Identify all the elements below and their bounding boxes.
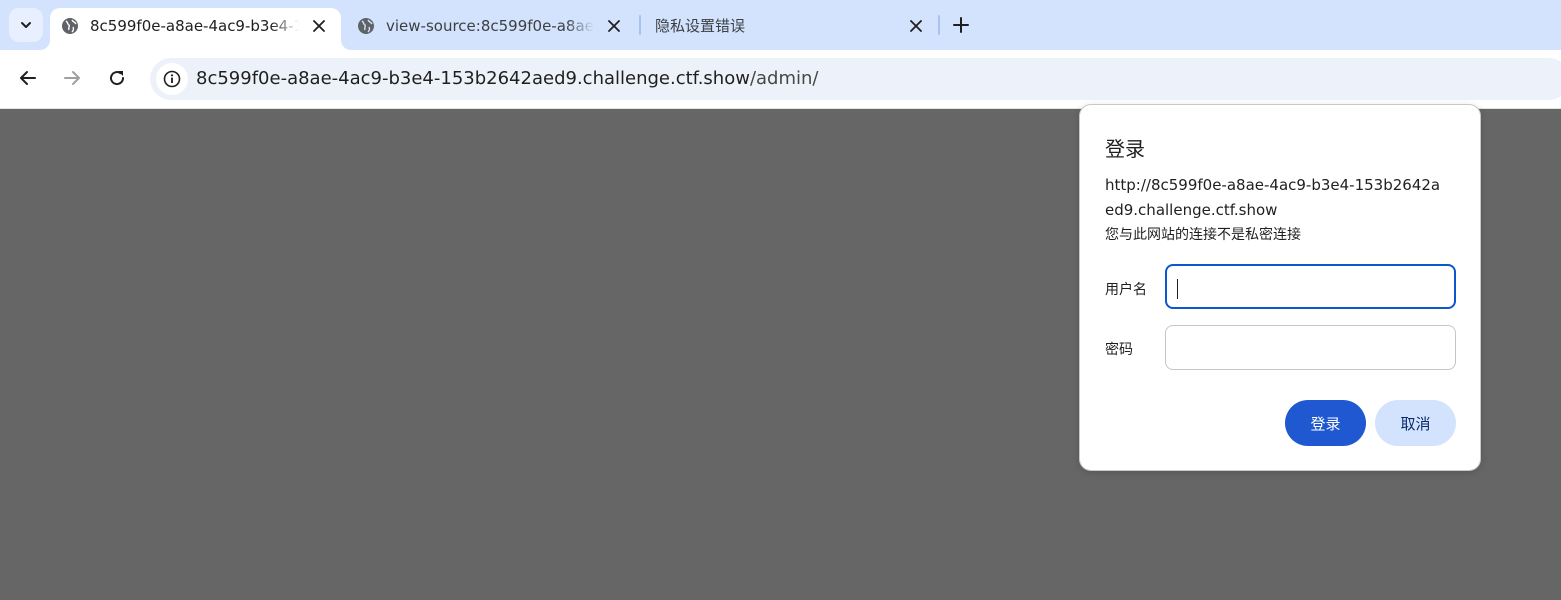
login-button[interactable]: 登录: [1285, 400, 1366, 446]
forward-button[interactable]: [57, 63, 87, 93]
url-path: /admin/: [749, 68, 819, 89]
arrow-left-icon: [20, 71, 36, 85]
tab-view-source[interactable]: view-source:8c599f0e-a8ae-4ac9-b3e4-153b…: [346, 8, 636, 50]
close-icon[interactable]: [604, 16, 624, 36]
site-info-button[interactable]: [156, 63, 188, 95]
tab-strip: 8c599f0e-a8ae-4ac9-b3e4-153b2642aed9.cha…: [0, 0, 1561, 50]
tab-title: 隐私设置错误: [655, 17, 746, 35]
tab-search-button[interactable]: [9, 8, 43, 42]
plus-icon: [953, 17, 969, 33]
dialog-connection-note: 您与此网站的连接不是私密连接: [1105, 227, 1301, 243]
reload-icon: [110, 71, 125, 86]
arrow-right-icon: [64, 71, 80, 85]
http-auth-dialog: 登录 http://8c599f0e-a8ae-4ac9-b3e4-153b26…: [1079, 104, 1481, 471]
chevron-down-icon: [21, 22, 31, 28]
toolbar: 8c599f0e-a8ae-4ac9-b3e4-153b2642aed9.cha…: [0, 50, 1561, 109]
username-label: 用户名: [1105, 282, 1147, 298]
close-icon[interactable]: [309, 16, 329, 36]
tab-title-fade: [271, 12, 299, 40]
password-input[interactable]: [1165, 325, 1456, 370]
username-input[interactable]: [1165, 264, 1456, 309]
new-tab-button[interactable]: [947, 11, 975, 39]
dialog-title: 登录: [1105, 137, 1145, 161]
tab-separator: [938, 15, 940, 35]
close-icon[interactable]: [906, 16, 926, 36]
globe-icon: [358, 18, 374, 34]
reload-button[interactable]: [102, 63, 132, 93]
tab-title: 8c599f0e-a8ae-4ac9-b3e4-153b2642aed9.cha…: [90, 17, 299, 35]
tab-separator: [639, 15, 641, 35]
text-caret: [1177, 279, 1178, 299]
password-label: 密码: [1105, 342, 1133, 358]
tab-title-fade: [566, 12, 594, 40]
url-text: 8c599f0e-a8ae-4ac9-b3e4-153b2642aed9.cha…: [196, 67, 818, 91]
tab-privacy-error[interactable]: 隐私设置错误: [642, 8, 938, 50]
url-host: 8c599f0e-a8ae-4ac9-b3e4-153b2642aed9.cha…: [196, 68, 750, 89]
globe-icon: [62, 18, 78, 34]
address-bar[interactable]: 8c599f0e-a8ae-4ac9-b3e4-153b2642aed9.cha…: [150, 58, 1561, 100]
info-icon: [163, 70, 181, 88]
back-button[interactable]: [13, 63, 43, 93]
dialog-origin: http://8c599f0e-a8ae-4ac9-b3e4-153b2642a…: [1105, 176, 1441, 219]
tab-title: view-source:8c599f0e-a8ae-4ac9-b3e4-153b…: [386, 17, 594, 35]
cancel-button[interactable]: 取消: [1375, 400, 1456, 446]
tab-admin[interactable]: 8c599f0e-a8ae-4ac9-b3e4-153b2642aed9.cha…: [50, 8, 341, 50]
